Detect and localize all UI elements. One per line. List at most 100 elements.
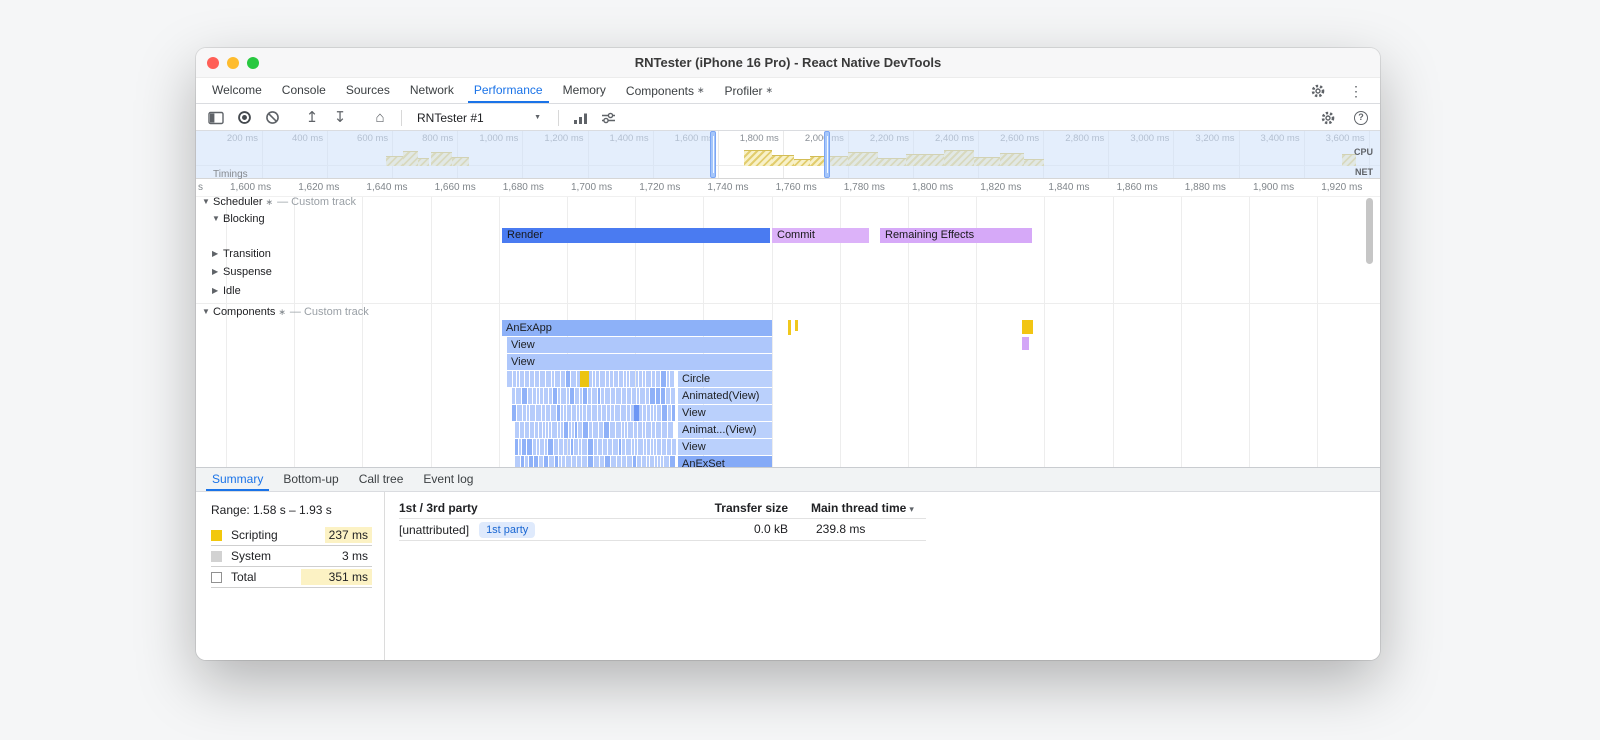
overview-grid-line <box>717 131 719 178</box>
tab-event-log[interactable]: Event log <box>413 468 483 491</box>
flame-tick <box>596 371 599 387</box>
scheduler-bar-commit[interactable]: Commit <box>772 228 869 243</box>
flame-tick <box>534 456 538 467</box>
flame-tick <box>513 371 516 387</box>
flame-tick <box>549 388 552 404</box>
flame-tick <box>622 456 626 467</box>
flame-tick <box>661 388 665 404</box>
scheduler-bar-render[interactable]: Render <box>502 228 770 243</box>
flame-tick <box>557 405 560 421</box>
party-name: [unattributed] <box>399 523 470 537</box>
flame-tick <box>564 422 568 438</box>
vertical-scrollbar[interactable] <box>1366 198 1373 264</box>
header-transfer-size[interactable]: Transfer size <box>639 501 788 515</box>
home-icon[interactable]: ⌂ <box>368 107 392 129</box>
tab-summary[interactable]: Summary <box>202 468 273 491</box>
flame-tick <box>582 439 587 455</box>
tab-sources[interactable]: Sources <box>336 78 400 103</box>
timeline-grid-line <box>1317 196 1319 467</box>
toolbar-right-actions: ? <box>1316 107 1380 129</box>
timeline-grid-line <box>1249 196 1250 467</box>
flame-tick <box>607 405 610 421</box>
track-components[interactable]: ▼ Components ∗ — Custom track <box>202 305 369 319</box>
flame-tick <box>650 388 655 404</box>
throttle-gauge-icon[interactable] <box>568 107 592 129</box>
track-idle[interactable]: ▶ Idle <box>212 284 241 298</box>
collapse-arrow-icon[interactable]: ▼ <box>202 195 213 209</box>
flame-tick <box>656 388 660 404</box>
flame-tick <box>668 422 673 438</box>
flame-tick <box>553 388 557 404</box>
clear-button[interactable] <box>260 107 284 129</box>
save-profile-icon[interactable]: ↧ <box>328 107 352 129</box>
summary-range: Range: 1.58 s – 1.93 s <box>211 503 332 517</box>
flame-bar-view[interactable]: View <box>507 354 772 370</box>
ruler-partial-label: s <box>198 182 203 193</box>
record-button[interactable] <box>232 107 256 129</box>
flame-bar-view[interactable]: View <box>507 337 772 353</box>
cpu-activity-segment <box>772 155 794 166</box>
expand-arrow-icon[interactable]: ▶ <box>212 265 223 279</box>
track-suspense[interactable]: ▶ Suspense <box>212 265 272 279</box>
collapse-arrow-icon[interactable]: ▼ <box>212 212 223 226</box>
tab-profiler[interactable]: Profiler ∗ <box>715 78 784 103</box>
load-profile-icon[interactable]: ↥ <box>300 107 324 129</box>
track-transition[interactable]: ▶ Transition <box>212 247 271 261</box>
flame-tick <box>613 439 618 455</box>
tab-bottom-up[interactable]: Bottom-up <box>273 468 348 491</box>
window-titlebar[interactable]: RNTester (iPhone 16 Pro) - React Native … <box>196 48 1380 78</box>
flame-tick <box>588 456 593 467</box>
tab-welcome[interactable]: Welcome <box>202 78 272 103</box>
flame-tick <box>672 439 676 455</box>
expand-arrow-icon[interactable]: ▶ <box>212 284 223 298</box>
header-party[interactable]: 1st / 3rd party <box>399 501 478 515</box>
settings-gear-icon[interactable] <box>1306 80 1330 102</box>
summary-panel: Range: 1.58 s – 1.93 s Scripting 237 ms … <box>196 492 1380 660</box>
tab-performance[interactable]: Performance <box>464 78 553 103</box>
tab-call-tree[interactable]: Call tree <box>349 468 414 491</box>
flame-tick <box>517 371 519 387</box>
flame-bar-view[interactable]: View <box>678 405 772 421</box>
header-main-thread-time[interactable]: Main thread time ▾ <box>811 501 914 515</box>
track-label: Scheduler <box>213 196 263 208</box>
flame-bar-animated-view[interactable]: Animated(View) <box>678 388 772 404</box>
track-scheduler[interactable]: ▼ Scheduler ∗ — Custom track <box>202 195 356 209</box>
scheduler-bar-remaining-effects[interactable]: Remaining Effects <box>880 228 1032 243</box>
dock-panel-icon[interactable] <box>204 107 228 129</box>
timeline-panel[interactable]: s 1,600 ms 1,620 ms 1,640 ms 1,660 ms 1,680 m… <box>196 179 1380 467</box>
selection-handle-left[interactable] <box>710 131 716 178</box>
tab-console[interactable]: Console <box>272 78 336 103</box>
capture-settings-icon[interactable] <box>596 107 620 129</box>
flame-tick <box>539 422 542 438</box>
flame-bar-anexset[interactable]: AnExSet <box>678 456 772 467</box>
timeline-overview[interactable]: 200 ms400 ms600 ms800 ms1,000 ms1,200 ms… <box>196 131 1380 179</box>
track-timings-label[interactable]: Timings <box>213 169 248 180</box>
flame-bar-animat-view[interactable]: Animat...(View) <box>678 422 772 438</box>
party-table-row[interactable]: [unattributed] 1st party 0.0 kB 239.8 ms <box>399 519 926 541</box>
flame-tick <box>572 405 576 421</box>
flame-bar-circle[interactable]: Circle <box>678 371 772 387</box>
track-blocking[interactable]: ▼ Blocking <box>212 212 265 226</box>
expand-arrow-icon[interactable]: ▶ <box>212 247 223 261</box>
flame-tick <box>646 371 651 387</box>
tab-components[interactable]: Components ∗ <box>616 78 715 103</box>
flame-tick <box>654 439 656 455</box>
help-icon[interactable]: ? <box>1354 110 1368 125</box>
flame-tick <box>568 439 570 455</box>
panel-settings-gear-icon[interactable] <box>1316 107 1340 129</box>
flame-tick <box>561 422 563 438</box>
collapse-arrow-icon[interactable]: ▼ <box>202 305 213 319</box>
flame-tick <box>656 371 660 387</box>
more-menu-icon[interactable]: ⋮ <box>1344 80 1368 102</box>
timeline-grid-line <box>1180 196 1182 467</box>
flame-bar-view[interactable]: View <box>678 439 772 455</box>
flame-tick <box>658 456 660 467</box>
target-select[interactable]: RNTester #1 ▼ <box>411 109 549 127</box>
flame-bar-anexapp[interactable]: AnExApp <box>502 320 772 336</box>
flame-tick <box>529 456 533 467</box>
flame-tick <box>567 388 569 404</box>
selection-handle-right[interactable] <box>824 131 830 178</box>
tab-network[interactable]: Network <box>400 78 464 103</box>
tab-memory[interactable]: Memory <box>553 78 616 103</box>
flame-tick <box>527 405 529 421</box>
